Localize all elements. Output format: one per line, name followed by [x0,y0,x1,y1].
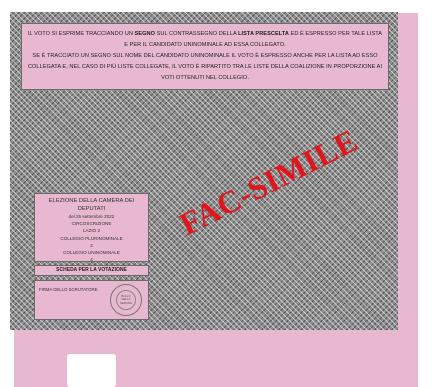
election-date: del 25 settembre 2022 [68,214,115,219]
signature-label: FIRMA DELLO SCRUTATORE [39,287,98,292]
instructions-text-second: Se è tracciato un segno sul nome del can… [27,53,383,81]
plurinominale-label: COLLEGIO PLURINOMINALE [60,235,123,241]
plurinominale-value: 2 [90,242,93,248]
stamp-text: BOLLO DELLA SEZIONE [116,290,136,310]
instructions-bold-segno: segno [134,31,155,37]
circoscrizione-label: CIRCOSCRIZIONE [71,221,112,227]
circoscrizione-value: LAZIO 2 [82,228,101,234]
signature-box: FIRMA DELLO SCRUTATORE BOLLO DELLA SEZIO… [34,280,149,320]
instructions-text: Il voto si esprime tracciando un [27,31,135,37]
ballot-fold-window [67,354,116,387]
scheda-label: SCHEDA PER LA VOTAZIONE [34,265,149,276]
uninominale-label: COLLEGIO UNINOMINALE [63,250,120,256]
election-title: ELEZIONE DELLA CAMERA DEI DEPUTATI [48,198,135,212]
instructions-text: sul contrassegno della [154,31,239,37]
section-stamp-icon: BOLLO DELLA SEZIONE [110,284,142,316]
voting-instructions: Il voto si esprime tracciando un segno s… [21,23,389,90]
instructions-bold-lista: lista prescelta [238,31,289,37]
uninominale-value: 4 [90,257,93,263]
election-info-box: ELEZIONE DELLA CAMERA DEI DEPUTATI del 2… [34,193,149,262]
